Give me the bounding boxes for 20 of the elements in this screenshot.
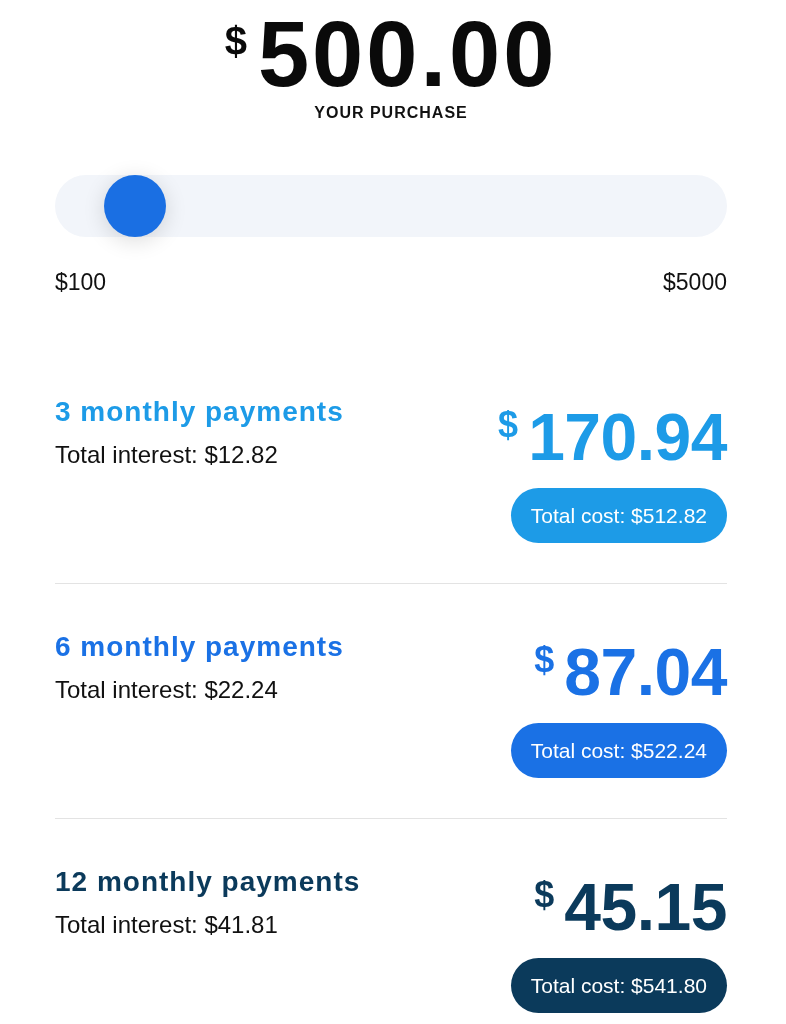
plan-title: 3 monthly payments: [55, 396, 344, 428]
plan-title: 12 monthly payments: [55, 866, 361, 898]
monthly-amount: 170.94: [528, 404, 727, 470]
currency-symbol: $: [534, 642, 555, 678]
monthly-amount: 45.15: [564, 874, 727, 940]
purchase-caption: YOUR PURCHASE: [314, 103, 468, 123]
plan-interest: Total interest: $12.82: [55, 440, 278, 470]
purchase-amount: 500.00: [257, 8, 558, 100]
currency-symbol: $: [534, 877, 555, 913]
slider-min-label: $100: [55, 268, 107, 296]
plan-title: 6 monthly payments: [55, 631, 344, 663]
total-cost-badge: Total cost: $541.80: [510, 958, 727, 1013]
total-cost-badge: Total cost: $522.24: [510, 723, 727, 778]
plan-interest: Total interest: $22.24: [55, 675, 278, 705]
plan-interest: Total interest: $41.81: [55, 910, 278, 940]
monthly-amount: 87.04: [564, 639, 727, 705]
currency-symbol: $: [224, 21, 247, 61]
slider-max-label: $5000: [663, 268, 727, 296]
currency-symbol: $: [498, 407, 519, 443]
total-cost-badge: Total cost: $512.82: [510, 488, 727, 543]
